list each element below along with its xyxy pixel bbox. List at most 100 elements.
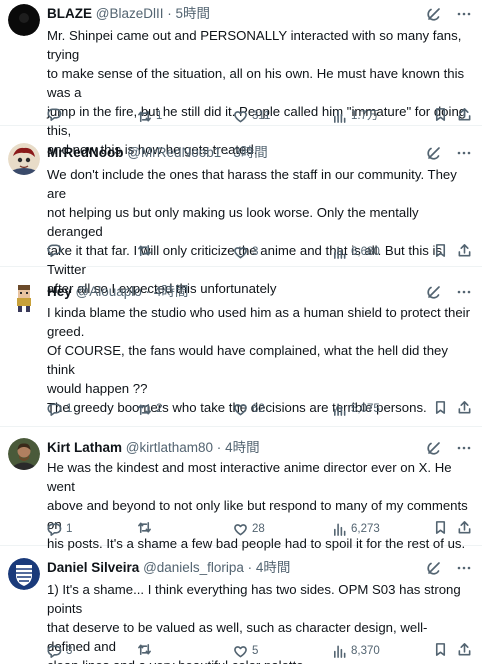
views-button[interactable]: 6,273 — [332, 520, 380, 538]
tweet[interactable]: Hey @Alouaplo · 4時間 I kinda blame the st… — [0, 267, 482, 427]
views-button[interactable]: 6,680 — [332, 243, 380, 261]
author-handle[interactable]: @kirtlatham80 — [126, 440, 213, 455]
share-icon — [458, 401, 471, 414]
tweet[interactable]: MrRedNoob @MrRedNoob1 · 3時間 We don't inc… — [0, 126, 482, 296]
action-bar: 1 311 1.7万 — [47, 107, 472, 125]
bookmark-icon — [435, 244, 446, 257]
bookmark-icon — [435, 401, 446, 414]
more-icon[interactable] — [456, 145, 472, 161]
retweet-button[interactable] — [137, 642, 156, 657]
share-button[interactable] — [457, 400, 472, 415]
share-icon — [458, 108, 471, 121]
author-name[interactable]: MrRedNoob — [47, 145, 124, 160]
views-button[interactable]: 5,075 — [332, 400, 380, 418]
reply-button[interactable] — [47, 107, 66, 122]
author-name[interactable]: Kirt Latham — [47, 440, 122, 455]
heart-icon — [234, 523, 247, 535]
share-button[interactable] — [457, 520, 472, 535]
view-count: 8,370 — [351, 645, 380, 657]
share-icon — [458, 643, 471, 656]
bookmark-button[interactable] — [433, 400, 448, 415]
tweet-header: Kirt Latham @kirtlatham80 · 4時間 — [47, 438, 472, 458]
share-icon — [458, 244, 471, 257]
author-handle[interactable]: @BlazeDlII — [96, 6, 164, 21]
author-handle[interactable]: @MrRedNoob1 — [127, 145, 221, 160]
grok-icon[interactable] — [426, 440, 442, 456]
grok-icon[interactable] — [426, 6, 442, 22]
author-handle[interactable]: @daniels_floripa — [143, 560, 244, 575]
views-button[interactable]: 1.7万 — [332, 107, 379, 125]
timestamp[interactable]: 4時間 — [154, 284, 189, 299]
like-button[interactable]: 62 — [233, 400, 265, 418]
timestamp[interactable]: 5時間 — [176, 6, 211, 21]
bookmark-button[interactable] — [433, 243, 448, 258]
timestamp[interactable]: 4時間 — [256, 560, 291, 575]
more-icon[interactable] — [456, 284, 472, 300]
tweet[interactable]: Daniel Silveira @daniels_floripa · 4時間 1… — [0, 546, 482, 664]
retweet-icon — [138, 245, 151, 256]
more-icon[interactable] — [456, 6, 472, 22]
tweet[interactable]: BLAZE @BlazeDlII · 5時間 Mr. Shinpei came … — [0, 0, 482, 157]
author-name[interactable]: Hey — [47, 284, 72, 299]
bookmark-icon — [435, 521, 446, 534]
retweet-icon — [138, 644, 151, 655]
views-icon — [334, 246, 346, 259]
share-button[interactable] — [457, 642, 472, 657]
retweet-button[interactable]: 2 — [137, 400, 162, 418]
reply-button[interactable]: 1 — [47, 400, 72, 418]
action-bar: 1 28 6,273 — [47, 520, 472, 538]
share-button[interactable] — [457, 243, 472, 258]
like-button[interactable]: 311 — [233, 107, 270, 125]
tweet-header: MrRedNoob @MrRedNoob1 · 3時間 — [47, 143, 472, 163]
bookmark-button[interactable] — [433, 642, 448, 657]
author-name[interactable]: Daniel Silveira — [47, 560, 139, 575]
retweet-icon — [138, 522, 151, 533]
separator-dot: · — [216, 440, 222, 455]
reply-count: 1 — [66, 403, 73, 415]
views-button[interactable]: 8,370 — [332, 642, 380, 660]
like-button[interactable]: 28 — [233, 520, 265, 538]
bookmark-button[interactable] — [433, 107, 448, 122]
grok-icon[interactable] — [426, 145, 442, 161]
avatar[interactable] — [8, 558, 40, 590]
reply-icon — [47, 244, 62, 257]
retweet-count: 1 — [156, 110, 163, 122]
action-bar: 3 5 8,370 — [47, 642, 472, 660]
reply-icon — [47, 403, 62, 416]
reply-button[interactable]: 3 — [47, 642, 72, 660]
like-button[interactable]: 3 — [233, 243, 258, 261]
avatar[interactable] — [8, 438, 40, 470]
heart-icon — [234, 246, 247, 258]
share-button[interactable] — [457, 107, 472, 122]
retweet-button[interactable] — [137, 520, 156, 535]
tweet-text: He was the kindest and most interactive … — [47, 460, 468, 551]
more-icon[interactable] — [456, 560, 472, 576]
heart-icon — [234, 403, 247, 415]
heart-icon — [234, 645, 247, 657]
views-icon — [334, 403, 346, 416]
author-name[interactable]: BLAZE — [47, 6, 92, 21]
more-icon[interactable] — [456, 440, 472, 456]
bookmark-button[interactable] — [433, 520, 448, 535]
avatar[interactable] — [8, 4, 40, 36]
views-icon — [334, 523, 346, 536]
like-button[interactable]: 5 — [233, 642, 258, 660]
timestamp[interactable]: 4時間 — [225, 440, 260, 455]
retweet-button[interactable] — [137, 243, 156, 258]
timestamp[interactable]: 3時間 — [233, 145, 268, 160]
reply-button[interactable]: 1 — [47, 520, 72, 538]
like-count: 5 — [252, 645, 259, 657]
avatar[interactable] — [8, 282, 40, 314]
tweet-header: BLAZE @BlazeDlII · 5時間 — [47, 4, 472, 24]
tweet[interactable]: Kirt Latham @kirtlatham80 · 4時間 He was t… — [0, 427, 482, 551]
avatar[interactable] — [8, 143, 40, 175]
view-count: 1.7万 — [351, 110, 379, 122]
reply-button[interactable] — [47, 243, 66, 258]
bookmark-icon — [435, 643, 446, 656]
retweet-button[interactable]: 1 — [137, 107, 162, 125]
like-count: 62 — [252, 403, 265, 415]
grok-icon[interactable] — [426, 284, 442, 300]
author-handle[interactable]: @Alouaplo — [76, 284, 142, 299]
grok-icon[interactable] — [426, 560, 442, 576]
views-icon — [334, 110, 346, 123]
